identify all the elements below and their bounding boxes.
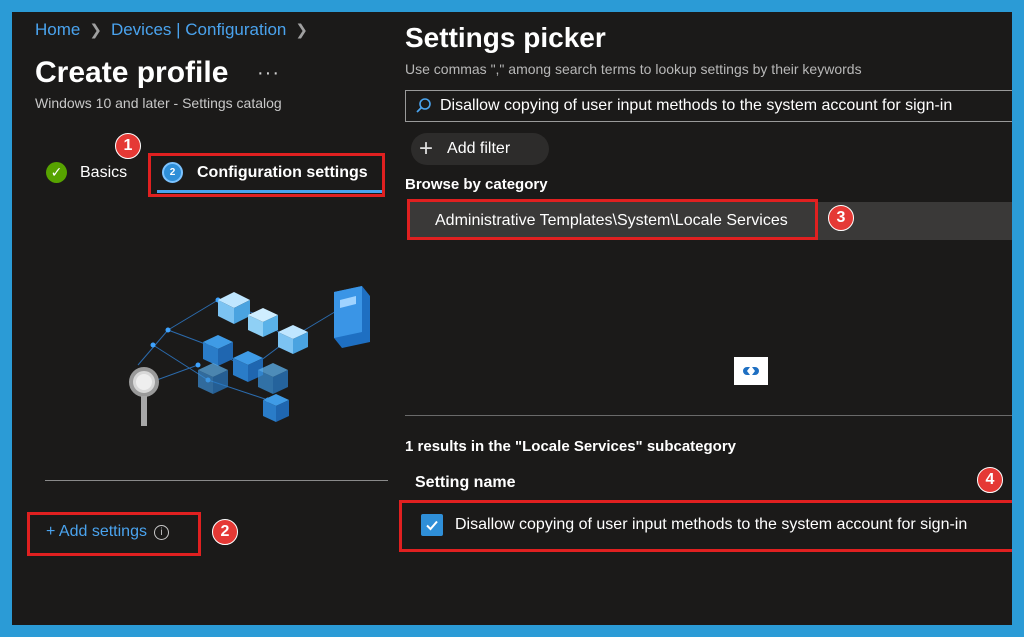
settings-illustration — [129, 286, 370, 426]
settings-picker-title: Settings picker — [405, 22, 606, 53]
highlight-box-configuration — [148, 153, 385, 197]
column-header-setting-name[interactable]: Setting name — [415, 474, 515, 492]
right-pane-divider — [405, 415, 1012, 416]
page-subtitle: Windows 10 and later - Settings catalog — [35, 95, 282, 111]
settings-search-input[interactable]: Disallow copying of user input methods t… — [405, 90, 1012, 122]
highlight-box-add-settings — [27, 512, 201, 556]
add-filter-label: Add filter — [447, 140, 511, 157]
search-input-value: Disallow copying of user input methods t… — [440, 97, 953, 114]
breadcrumb-home[interactable]: Home — [35, 20, 80, 40]
breadcrumb: Home ❯ Devices | Configuration ❯ — [35, 20, 317, 40]
logo-icon — [743, 367, 759, 375]
browse-by-category-label: Browse by category — [405, 176, 548, 193]
portal-window: Home ❯ Devices | Configuration ❯ Create … — [12, 12, 1012, 625]
callout-badge-2: 2 — [212, 519, 238, 545]
highlight-box-category — [407, 199, 818, 240]
page-title: Create profile — [35, 56, 229, 89]
callout-badge-1: 1 — [115, 133, 141, 159]
callout-badge-3: 3 — [828, 205, 854, 231]
more-options-icon[interactable]: ··· — [257, 62, 280, 85]
highlight-box-setting — [399, 500, 1012, 552]
chevron-right-icon: ❯ — [295, 22, 308, 39]
watermark-logo — [734, 357, 768, 385]
checkmark-icon: ✓ — [46, 162, 67, 183]
left-pane-divider — [45, 480, 388, 481]
tab-basics[interactable]: ✓ Basics — [46, 162, 127, 183]
breadcrumb-devices-configuration[interactable]: Devices | Configuration — [111, 20, 286, 40]
search-hint: Use commas "," among search terms to loo… — [405, 61, 862, 77]
results-summary: 1 results in the "Locale Services" subca… — [405, 438, 737, 455]
callout-badge-4: 4 — [977, 467, 1003, 493]
search-icon — [416, 98, 431, 113]
tab-basics-label: Basics — [80, 163, 128, 181]
plus-icon: + — [419, 135, 434, 162]
add-filter-button[interactable]: + Add filter — [411, 133, 549, 165]
chevron-right-icon: ❯ — [89, 22, 102, 39]
